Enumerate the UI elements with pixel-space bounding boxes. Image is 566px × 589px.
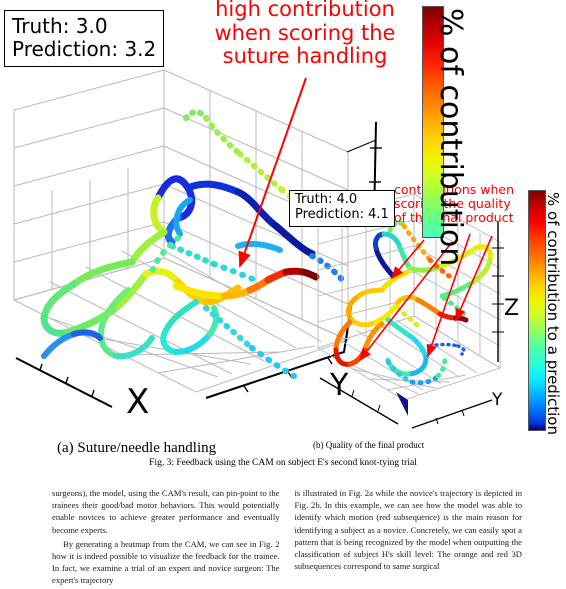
axis-label-y-subplot-b: Y: [492, 390, 503, 410]
truth-value-b: Truth: 4.0: [295, 192, 358, 207]
axis-label-y-subplot-a: Y: [330, 368, 349, 403]
figure-caption: Fig. 3: Feedback using the CAM on subjec…: [149, 458, 417, 468]
body-text: surgeons), the model, using the CAM's re…: [52, 487, 522, 589]
annotation-a-line1: high contribution: [215, 0, 395, 21]
annotation-a-line2: when scoring the: [214, 20, 396, 45]
body-column-right: is illustrated in Fig. 2a while the novi…: [295, 487, 523, 589]
subfigure-caption-b: (b) Quality of the final product: [313, 440, 425, 450]
colorbar-contribution-prediction-label: % of contribution to a prediction: [544, 192, 562, 435]
paragraph-left-1: surgeons), the model, using the CAM's re…: [52, 488, 280, 535]
prediction-box-suture: Truth: 3.0 Prediction: 3.2: [4, 10, 165, 67]
axis-label-z-subplot-b: Z: [504, 296, 520, 321]
annotation-a-line3: suture handling: [222, 44, 388, 69]
prediction-value-a: Prediction: 3.2: [12, 37, 157, 61]
body-column-left: surgeons), the model, using the CAM's re…: [52, 487, 280, 589]
truth-value-a: Truth: 3.0: [12, 14, 108, 38]
prediction-box-final-product: Truth: 4.0 Prediction: 4.1: [289, 190, 395, 227]
axis-label-x-subplot-a: X: [126, 382, 150, 422]
annotation-high-contribution: high contribution when scoring the sutur…: [190, 0, 420, 69]
paragraph-left-2: By generating a heatmap from the CAM, we…: [52, 538, 280, 586]
subplot-a-red-arrow: [238, 77, 307, 268]
subplot-b-corner-patch: [396, 392, 408, 416]
subplot-a-x-axis: [15, 357, 113, 408]
colorbar-contribution-label: % of contribution: [433, 8, 468, 267]
paragraph-right-1: is illustrated in Fig. 2a while the novi…: [294, 488, 523, 572]
figure-area: Truth: 3.0 Prediction: 3.2 Truth: 4.0 Pr…: [0, 0, 566, 456]
subfigure-caption-a: (a) Suture/needle handling: [57, 440, 217, 456]
prediction-value-b: Prediction: 4.1: [295, 206, 389, 222]
